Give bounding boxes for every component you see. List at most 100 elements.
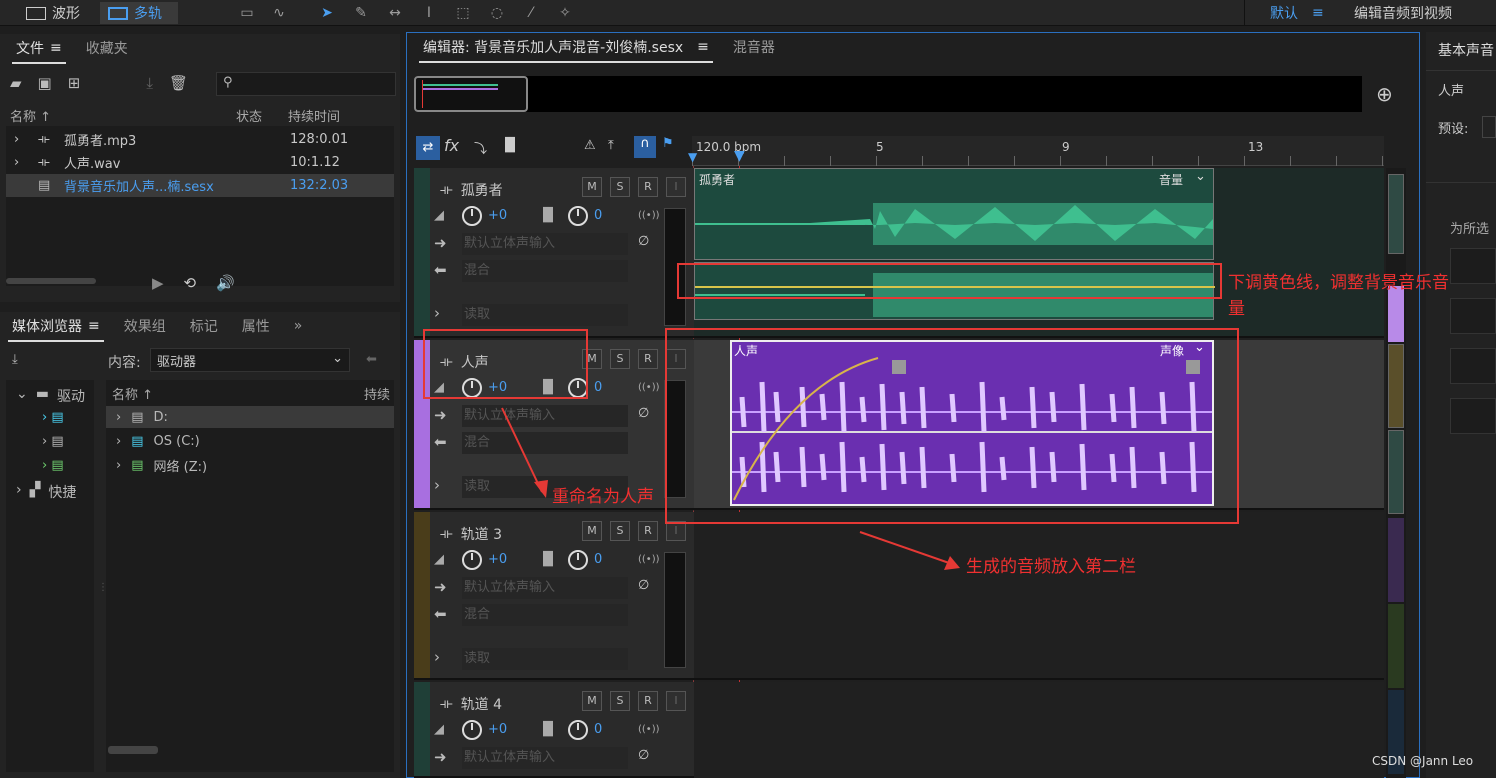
eq-icon[interactable]: ▐▌ [500,138,520,153]
pan-knob[interactable] [568,550,588,570]
monitor-input-button[interactable]: I [666,521,686,541]
loop-start-marker[interactable]: ▼ [688,150,697,164]
record-arm-button[interactable]: R [638,349,658,369]
monitor-input-button[interactable]: I [666,349,686,369]
spectral-display-icon[interactable]: ▭ [236,3,258,23]
files-search-input[interactable]: ⚲ [216,72,396,96]
panel-menu-icon[interactable]: ≡ [697,39,709,55]
autoplay-icon[interactable]: 🔊 [216,274,235,292]
expand-automation-icon[interactable]: › [434,304,440,322]
brush-tool-icon[interactable]: ⁄ [520,3,542,23]
file-item[interactable]: › ⟛ 人声.wav 10:1.12 [14,151,386,174]
pitch-display-icon[interactable]: ∿ [268,3,290,23]
tab-favorites[interactable]: 收藏夹 [74,38,140,58]
delete-icon[interactable]: 🗑 [169,74,188,92]
timeline-ruler[interactable]: 120.0 bpm 5 9 13 [692,136,1384,166]
track-name[interactable]: ⟛ 人声 [440,352,489,372]
expand-chevron-icon[interactable]: › [14,155,38,170]
pan-knob[interactable] [568,378,588,398]
drive-list-scrollbar[interactable] [108,746,158,754]
multitrack-view-button[interactable]: 多轨 [100,2,178,24]
audio-clip-background-music[interactable]: 孤勇者 音量 ⌄ [694,168,1214,260]
chevron-down-icon[interactable]: ⌄ [1195,169,1206,184]
track-name[interactable]: ⟛ 轨道 4 [440,694,502,714]
overview-viewport-handle[interactable] [414,76,528,112]
volume-knob[interactable] [462,720,482,740]
record-arm-button[interactable]: R [638,177,658,197]
razor-tool-icon[interactable]: ✎ [350,3,372,23]
record-arm-button[interactable]: R [638,691,658,711]
slip-tool-icon[interactable]: ↔ [384,3,406,23]
phase-invert-icon[interactable]: ∅ [638,748,649,763]
mute-button[interactable]: M [582,349,602,369]
expand-chevron-icon[interactable]: › [14,132,38,147]
pan-knob[interactable] [568,720,588,740]
solo-button[interactable]: S [610,691,630,711]
record-arm-button[interactable]: R [638,521,658,541]
time-selection-tool-icon[interactable]: I [418,3,440,23]
drive-item[interactable]: › ▤ 网络 (Z:) [106,454,207,476]
back-arrow-icon[interactable]: ⬅ [366,352,377,367]
snap-loop-icon[interactable]: ⤒ [608,138,614,153]
music-button[interactable] [1450,298,1496,334]
waveform-view-button[interactable]: 波形 [18,2,88,24]
pan-knob[interactable] [568,206,588,226]
open-folder-icon[interactable]: ▰ [10,74,22,92]
file-item-selected[interactable]: ▤ 背景音乐加人声...楠.sesx 132:2.03 [6,174,394,197]
move-tool-icon[interactable]: ➤ [316,3,338,23]
dialogue-button[interactable] [1450,248,1496,284]
track-input-select[interactable]: 默认立体声输入 [462,233,628,255]
phase-invert-icon[interactable]: ∅ [638,406,649,421]
automation-mode-select[interactable]: 读取 [462,648,628,670]
session-overview[interactable] [416,76,1362,112]
marker-pin-icon[interactable]: ⚑ [662,136,674,151]
track-4-lane[interactable] [694,682,1384,778]
audio-clip-vocal[interactable]: 人声 声像 ⌄ [730,340,1214,506]
track-output-select[interactable]: 混合 [462,260,628,282]
drive-item[interactable]: › ▤ OS (C:) [106,430,200,452]
monitor-input-button[interactable]: I [666,691,686,711]
tab-editor[interactable]: 编辑器: 背景音乐加人声混音-刘俊楠.sesx ≡ [411,37,721,63]
file-item[interactable]: › ⟛ 孤勇者.mp3 128:0.01 [14,128,386,151]
tab-properties[interactable]: 属性 [230,316,282,336]
tab-effects-rack[interactable]: 效果组 [112,316,178,336]
tree-item-drives[interactable]: ⌄ ▬ 驱动 [16,386,85,406]
audio-clip-background-music-right[interactable] [694,262,1215,320]
tab-media-browser[interactable]: 媒体浏览器 ≡ [0,316,112,342]
solo-button[interactable]: S [610,349,630,369]
content-select[interactable]: 驱动器 ⌄ [150,348,350,372]
more-tabs-icon[interactable]: » [282,318,315,334]
sort-icon[interactable]: ↑ [36,110,51,125]
drive-icon[interactable]: › ▤ [42,434,64,449]
phase-invert-icon[interactable]: ∅ [638,578,649,593]
metronome-icon[interactable]: ⚠ [584,138,596,153]
import-icon[interactable]: ▣ [38,74,52,92]
play-icon[interactable]: ▶ [152,274,164,292]
sends-icon[interactable]: ⤵ [474,138,487,157]
track-name[interactable]: ⟛ 轨道 3 [440,524,502,544]
edit-audio-to-video-workspace[interactable]: 编辑音频到视频 [1346,2,1460,24]
track-input-select[interactable]: 默认立体声输入 [462,747,628,769]
sfx-button[interactable] [1450,348,1496,384]
snap-magnet-icon[interactable]: ∩ [634,136,656,158]
track-input-select[interactable]: 默认立体声输入 [462,577,628,599]
track-3-lane[interactable] [694,512,1384,680]
drive-icon[interactable]: › ▤ [42,410,64,425]
volume-knob[interactable] [462,550,482,570]
phase-invert-icon[interactable]: ∅ [638,234,649,249]
track-output-select[interactable]: 混合 [462,604,628,626]
track-name[interactable]: ⟛ 孤勇者 [440,180,503,200]
solo-button[interactable]: S [610,177,630,197]
new-file-icon[interactable]: ⊞ [68,74,81,92]
preset-select[interactable] [1482,116,1496,138]
ambience-button[interactable] [1450,398,1496,434]
tree-item-shortcuts[interactable]: › ▞ 快捷 [16,482,76,502]
splitter-handle[interactable]: ⋮ [98,582,108,612]
tab-files[interactable]: 文件 ≡ [4,38,74,64]
drive-item[interactable]: › ▤ D: [106,406,394,428]
files-scrollbar[interactable] [6,278,96,284]
expand-automation-icon[interactable]: › [434,648,440,666]
volume-knob[interactable] [462,378,482,398]
track-scrollbar[interactable] [1386,168,1406,778]
solo-button[interactable]: S [610,521,630,541]
